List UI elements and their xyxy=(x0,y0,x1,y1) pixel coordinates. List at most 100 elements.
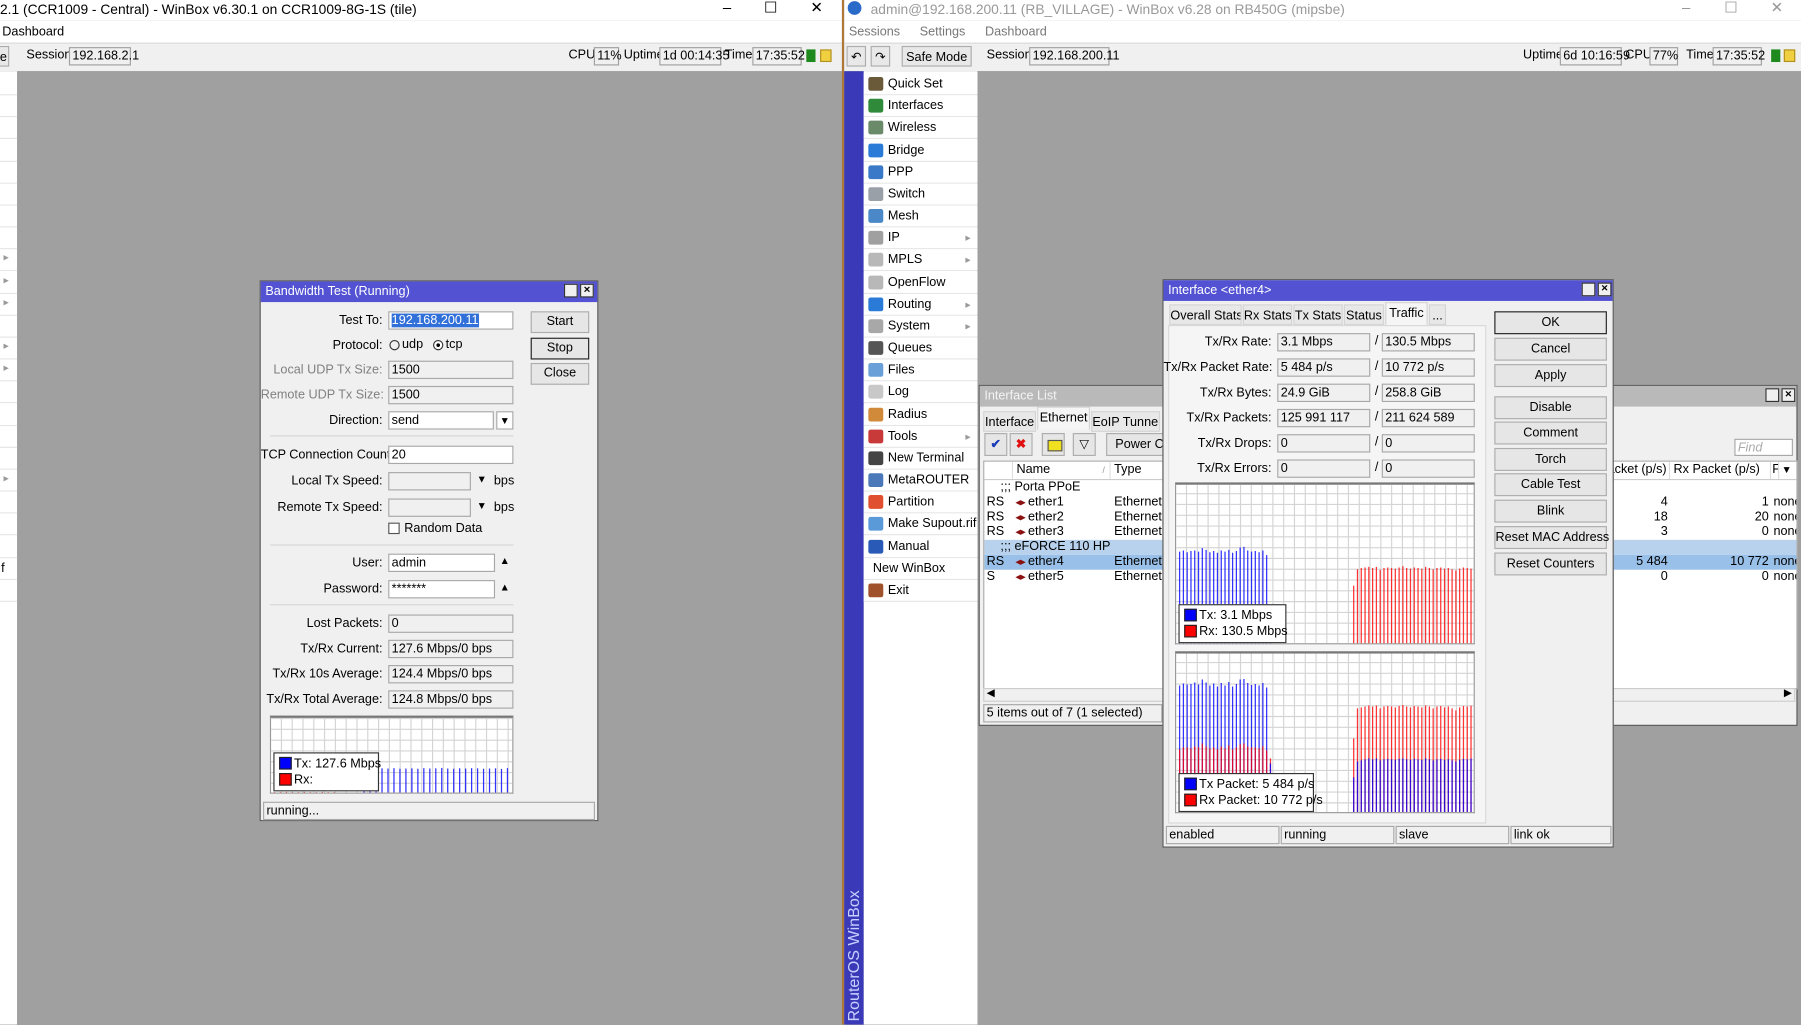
maximize-icon[interactable] xyxy=(1765,388,1780,403)
user-collapse-icon[interactable]: ▲ xyxy=(500,555,510,566)
safe-mode-button[interactable]: Safe Mode xyxy=(901,45,972,67)
safe-mode-button[interactable]: Safe Mode xyxy=(0,45,10,67)
tab-overall-stats[interactable]: Overall Stats xyxy=(1169,304,1242,326)
column-header-fp[interactable]: FP xyxy=(1771,461,1780,479)
columns-dropdown-icon[interactable]: ▼ xyxy=(1781,462,1791,479)
menu-dashboard[interactable]: Dashboard xyxy=(985,25,1047,39)
random-data-checkbox[interactable] xyxy=(388,522,400,535)
left-sidebar-item-fragment[interactable] xyxy=(0,558,18,580)
scroll-right-icon[interactable]: ▶ xyxy=(1784,687,1792,700)
disable-button[interactable]: ✖ xyxy=(1009,433,1033,456)
sidebar-item-switch[interactable]: Switch xyxy=(863,183,978,206)
filter-button[interactable]: ▽ xyxy=(1072,433,1096,456)
menu-settings[interactable]: Settings xyxy=(920,25,966,39)
tab-ethernet[interactable]: Ethernet xyxy=(1037,406,1091,430)
torch-button[interactable]: Torch xyxy=(1494,447,1607,471)
left-sidebar-item-fragment[interactable] xyxy=(0,316,18,338)
left-sidebar-item-fragment[interactable] xyxy=(0,580,18,602)
start-button[interactable]: Start xyxy=(530,311,590,334)
maximize-icon[interactable] xyxy=(1581,282,1596,297)
ok-button[interactable]: OK xyxy=(1494,311,1607,335)
sidebar-item-ppp[interactable]: PPP xyxy=(863,161,978,184)
stop-button[interactable]: Stop xyxy=(530,337,590,360)
undo-button[interactable]: ↶ xyxy=(846,45,867,67)
maximize-button[interactable]: ☐ xyxy=(1714,0,1748,18)
tcp-connection-count-input[interactable]: 20 xyxy=(388,445,514,465)
sidebar-item-system[interactable]: System ▸ xyxy=(863,315,978,338)
tab-traffic[interactable]: Traffic xyxy=(1385,302,1428,326)
close-button[interactable]: ✕ xyxy=(1760,0,1794,18)
sidebar-item-new-terminal[interactable]: New Terminal xyxy=(863,447,978,470)
close-button[interactable]: ✕ xyxy=(799,0,833,18)
close-button[interactable]: Close xyxy=(530,362,590,385)
sidebar-item-interfaces[interactable]: Interfaces xyxy=(863,95,978,118)
left-sidebar-item-fragment[interactable]: ▸ xyxy=(0,250,18,272)
menu-dashboard[interactable]: Dashboard xyxy=(2,25,64,39)
find-input[interactable]: Find xyxy=(1734,438,1793,456)
left-sidebar-item-fragment[interactable] xyxy=(0,206,18,228)
tab-eoip-tunnel[interactable]: EoIP Tunnel xyxy=(1091,411,1161,432)
sidebar-item-bridge[interactable]: Bridge xyxy=(863,139,978,162)
sidebar-item-routing[interactable]: Routing ▸ xyxy=(863,293,978,316)
left-sidebar-item-fragment[interactable] xyxy=(0,96,18,118)
local-udp-tx-size-input[interactable]: 1500 xyxy=(388,360,514,380)
tab-tx-stats[interactable]: Tx Stats xyxy=(1293,304,1343,326)
sidebar-item-queues[interactable]: Queues xyxy=(863,337,978,360)
remote-udp-tx-size-input[interactable]: 1500 xyxy=(388,385,514,405)
reset-mac-address-button[interactable]: Reset MAC Address xyxy=(1494,526,1609,550)
maximize-icon[interactable] xyxy=(563,283,578,298)
left-sidebar-item-fragment[interactable] xyxy=(0,404,18,426)
local-tx-speed-input[interactable] xyxy=(388,472,471,491)
sidebar-item-files[interactable]: Files xyxy=(863,359,978,382)
disable-button[interactable]: Disable xyxy=(1494,396,1607,420)
close-icon[interactable]: × xyxy=(580,283,594,298)
column-header-flags[interactable] xyxy=(984,461,1014,479)
left-sidebar-item-fragment[interactable] xyxy=(0,228,18,250)
left-sidebar-item-fragment[interactable] xyxy=(0,426,18,448)
password-input[interactable]: ******* xyxy=(388,580,496,599)
sidebar-item-wireless[interactable]: Wireless xyxy=(863,117,978,140)
tab-interface[interactable]: Interface xyxy=(983,411,1037,432)
user-input[interactable]: admin xyxy=(388,553,496,573)
left-sidebar-item-fragment[interactable]: ▸ xyxy=(0,470,18,492)
sidebar-item-ip[interactable]: IP ▸ xyxy=(863,227,978,250)
sidebar-item-tools[interactable]: Tools ▸ xyxy=(863,425,978,448)
comment-button[interactable]: Comment xyxy=(1494,421,1607,445)
remote-tx-speed-input[interactable] xyxy=(388,498,471,517)
minimize-button[interactable]: – xyxy=(710,0,744,18)
left-sidebar-item-fragment[interactable] xyxy=(0,514,18,536)
password-collapse-icon[interactable]: ▲ xyxy=(500,581,510,592)
cancel-button[interactable]: Cancel xyxy=(1494,337,1607,361)
left-sidebar-item-fragment[interactable]: ▸ xyxy=(0,272,18,294)
left-sidebar-item-fragment[interactable] xyxy=(0,492,18,514)
left-sidebar-item-fragment[interactable]: ▸ xyxy=(0,338,18,360)
enable-button[interactable]: ✔ xyxy=(984,433,1008,456)
reset-counters-button[interactable]: Reset Counters xyxy=(1494,552,1607,576)
sidebar-item-manual[interactable]: Manual xyxy=(863,535,978,558)
close-icon[interactable]: × xyxy=(1781,388,1796,403)
left-sidebar-item-fragment[interactable] xyxy=(0,536,18,558)
redo-button[interactable]: ↷ xyxy=(870,45,891,67)
comment-button[interactable] xyxy=(1041,433,1065,456)
left-sidebar-item-fragment[interactable] xyxy=(0,382,18,404)
apply-button[interactable]: Apply xyxy=(1494,364,1607,388)
sidebar-item-mesh[interactable]: Mesh xyxy=(863,205,978,228)
sidebar-item-mpls[interactable]: MPLS ▸ xyxy=(863,249,978,272)
left-sidebar-item-fragment[interactable] xyxy=(0,118,18,140)
left-sidebar-item-fragment[interactable] xyxy=(0,162,18,184)
sidebar-item-log[interactable]: Log xyxy=(863,381,978,404)
remote-tx-speed-dropdown-icon[interactable]: ▼ xyxy=(477,500,487,511)
tab-rx-stats[interactable]: Rx Stats xyxy=(1242,304,1293,326)
left-sidebar-item-fragment[interactable] xyxy=(0,74,18,96)
close-icon[interactable]: × xyxy=(1597,282,1612,297)
local-tx-speed-dropdown-icon[interactable]: ▼ xyxy=(477,473,487,484)
test-to-input[interactable]: 192.168.200.11 xyxy=(388,311,514,330)
blink-button[interactable]: Blink xyxy=(1494,499,1607,523)
protocol-tcp-radio[interactable] xyxy=(433,339,444,351)
left-sidebar-item-fragment[interactable] xyxy=(0,140,18,162)
column-header-name[interactable]: Name / xyxy=(1013,461,1111,479)
direction-dropdown-button[interactable]: ▼ xyxy=(496,411,514,430)
scroll-left-icon[interactable]: ◀ xyxy=(987,687,995,700)
sidebar-item-make-supout-rif[interactable]: Make Supout.rif xyxy=(863,513,978,536)
left-sidebar-item-fragment[interactable]: ▸ xyxy=(0,360,18,382)
